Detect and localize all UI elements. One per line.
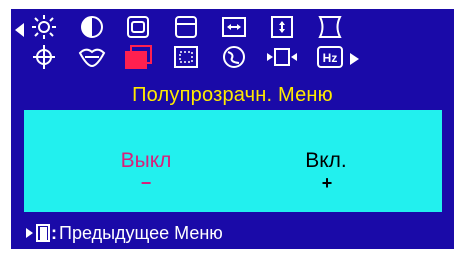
- v-position-icon[interactable]: [265, 14, 299, 40]
- option-on[interactable]: Вкл.: [286, 150, 366, 172]
- exit-door-icon: [36, 224, 50, 247]
- hz-label: Hz: [323, 51, 338, 65]
- scroll-right-arrow-icon[interactable]: [349, 52, 361, 71]
- pincushion-icon[interactable]: [313, 14, 347, 40]
- position-icon[interactable]: [121, 14, 155, 40]
- footer: : Предыдущее Меню: [11, 222, 454, 244]
- menu-title: Полупрозрачн. Меню: [132, 84, 333, 106]
- plus-symbol: +: [321, 173, 333, 193]
- option-off-label: Выкл: [120, 149, 172, 172]
- option-panel: Выкл − Вкл. +: [24, 110, 442, 212]
- trapezoid-icon[interactable]: [75, 44, 109, 70]
- degauss-icon[interactable]: [217, 44, 251, 70]
- contrast-icon[interactable]: [75, 14, 109, 40]
- option-on-label: Вкл.: [305, 149, 347, 172]
- exit-arrow-icon: [25, 226, 35, 245]
- h-position-icon[interactable]: [217, 14, 251, 40]
- scroll-left-arrow-icon[interactable]: [13, 22, 25, 43]
- frequency-icon[interactable]: Hz: [313, 44, 347, 70]
- rotation-icon[interactable]: [27, 44, 61, 70]
- minus-symbol: −: [140, 173, 152, 193]
- input-icon[interactable]: [265, 44, 299, 70]
- size-icon[interactable]: [169, 14, 203, 40]
- osd-menu: Hz Полупрозрачн. Меню Выкл − Вкл. + : Пр…: [11, 9, 454, 249]
- footer-separator: :: [51, 223, 57, 243]
- previous-menu-label: Предыдущее Меню: [59, 223, 223, 243]
- option-off[interactable]: Выкл: [106, 150, 186, 172]
- transparency-icon[interactable]: [121, 44, 155, 70]
- brightness-icon[interactable]: [27, 14, 61, 40]
- zoom-icon[interactable]: [169, 44, 203, 70]
